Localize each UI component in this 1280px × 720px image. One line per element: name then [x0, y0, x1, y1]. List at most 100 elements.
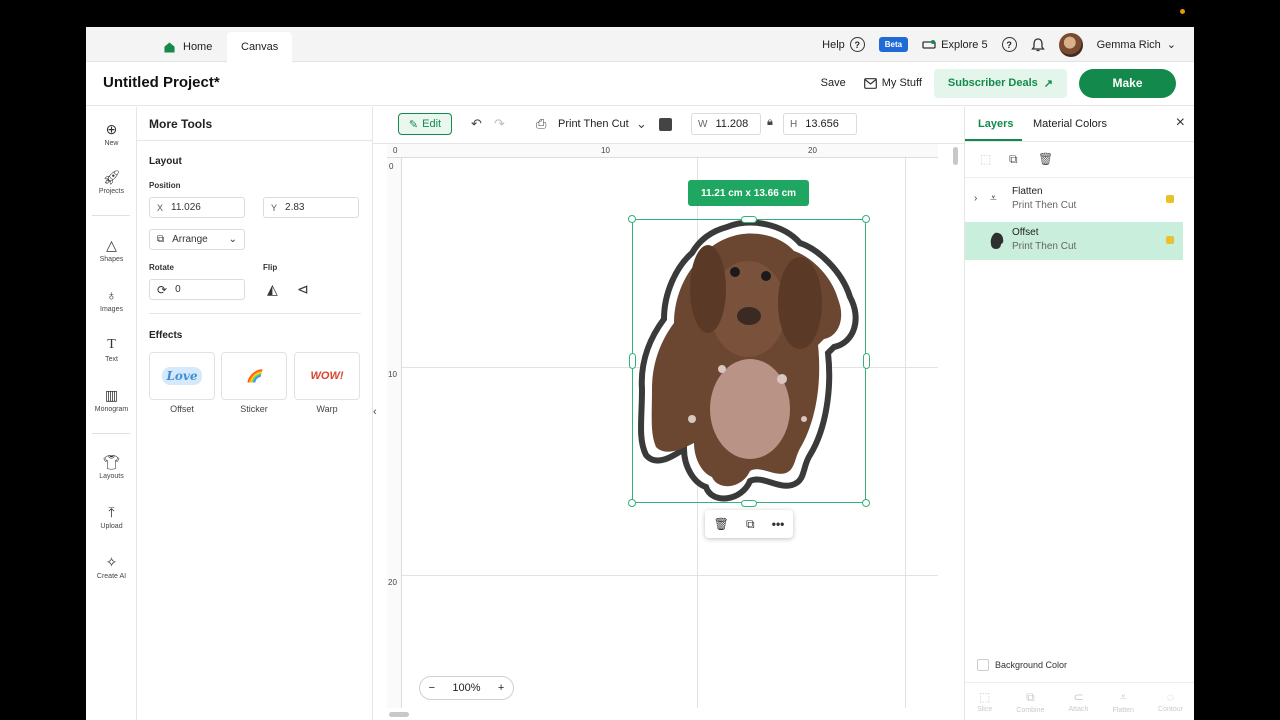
help-button[interactable]: Help ?: [822, 37, 865, 52]
project-title[interactable]: Untitled Project*: [103, 74, 220, 91]
edit-button[interactable]: ✎ Edit: [398, 113, 452, 135]
machine-icon: [922, 39, 936, 49]
resize-handle-br[interactable]: [862, 499, 870, 507]
lock-icon[interactable]: [1166, 236, 1174, 244]
machine-selector[interactable]: Explore 5: [922, 39, 988, 51]
nav-monogram[interactable]: ▥ Monogram: [86, 387, 137, 413]
resize-handle-bl[interactable]: [628, 499, 636, 507]
close-icon[interactable]: ×: [1176, 114, 1185, 132]
nav-new[interactable]: ⊕ New: [86, 121, 137, 147]
flatten-label: Flatten: [1112, 706, 1134, 714]
duplicate-layer-icon[interactable]: ⧉: [1009, 152, 1018, 167]
y-position-field[interactable]: Y 2.83: [263, 197, 359, 218]
nav-shapes[interactable]: △ Shapes: [86, 237, 137, 263]
tab-home[interactable]: Home: [150, 32, 226, 62]
delete-layer-icon[interactable]: 🗑︎: [1038, 152, 1053, 166]
help-label: Help: [822, 38, 845, 51]
divider: [137, 140, 373, 141]
resize-handle-right[interactable]: [863, 353, 870, 369]
redo-icon[interactable]: ↷: [494, 116, 505, 132]
effect-offset-card[interactable]: Love: [149, 352, 215, 400]
contour-button[interactable]: ◌ Contour: [1158, 690, 1183, 713]
layer-row[interactable]: › ⩡ Flatten Print Then Cut: [965, 181, 1183, 219]
beta-badge[interactable]: Beta: [878, 37, 909, 52]
background-color-checkbox[interactable]: [977, 659, 989, 671]
warp-preview: WOW!: [310, 370, 344, 382]
rotate-value: 0: [175, 284, 181, 295]
ruler-tick: 20: [388, 578, 397, 587]
combine-icon: ⧉: [1026, 689, 1035, 704]
background-color-toggle[interactable]: Background Color: [977, 659, 1067, 671]
ruler-tick: 10: [601, 146, 610, 155]
flatten-icon: ⩡: [990, 191, 997, 205]
resize-handle-tl[interactable]: [628, 215, 636, 223]
selection-box[interactable]: [632, 219, 866, 503]
lock-icon[interactable]: 🔒︎: [767, 116, 773, 129]
zoom-out-button[interactable]: −: [429, 682, 435, 694]
nav-images[interactable]: ♁ Images: [86, 287, 137, 313]
flatten-button[interactable]: ⩡ Flatten: [1113, 690, 1134, 714]
flip-vertical-icon[interactable]: ⊲: [297, 281, 309, 298]
nav-create-ai[interactable]: ✧ Create AI: [86, 554, 137, 580]
rocket-icon: 🚀︎: [102, 169, 121, 185]
effect-sticker-card[interactable]: 🌈: [221, 352, 287, 400]
rotate-field[interactable]: ⟳ 0: [149, 279, 245, 300]
combine-button[interactable]: ⧉ Combine: [1016, 690, 1044, 714]
bell-icon[interactable]: [1030, 37, 1045, 52]
rotate-label: Rotate: [149, 263, 174, 272]
nav-text[interactable]: T Text: [86, 337, 137, 363]
lock-icon[interactable]: [1166, 195, 1174, 203]
x-position-field[interactable]: X 11.026: [149, 197, 245, 218]
resize-handle-left[interactable]: [629, 353, 636, 369]
w-label: W: [698, 118, 708, 130]
layer-name: Flatten: [1012, 186, 1043, 197]
nav-layouts[interactable]: 👕︎ Layouts: [86, 454, 137, 480]
canvas-area: ✎ Edit ↶ ↷ ⎙ Print Then Cut ⌄ W 11.208 🔒…: [373, 107, 964, 720]
width-field[interactable]: W 11.208: [691, 113, 761, 135]
chevron-down-icon[interactable]: ⌄: [636, 116, 647, 132]
undo-icon[interactable]: ↶: [471, 116, 482, 132]
resize-handle-tr[interactable]: [862, 215, 870, 223]
support-icon[interactable]: ?: [1001, 37, 1017, 52]
avatar[interactable]: [1058, 32, 1083, 57]
resize-handle-bottom[interactable]: [741, 500, 757, 507]
resize-handle-top[interactable]: [741, 216, 757, 223]
group-icon[interactable]: ⬚: [980, 152, 991, 166]
chevron-down-icon: ⌄: [1166, 39, 1176, 51]
slice-button[interactable]: ⬚ Slice: [977, 690, 992, 713]
make-button[interactable]: Make: [1079, 68, 1176, 98]
tab-material-colors[interactable]: Material Colors: [1033, 118, 1107, 130]
my-stuff-button[interactable]: My Stuff: [863, 77, 922, 89]
effect-warp-card[interactable]: WOW!: [294, 352, 360, 400]
project-header: Untitled Project* Save My Stuff Subscrib…: [86, 62, 1194, 106]
x-label: X: [157, 202, 164, 213]
height-field[interactable]: H 13.656: [783, 113, 857, 135]
horizontal-scrollbar[interactable]: [389, 712, 409, 717]
tab-layers[interactable]: Layers: [978, 118, 1013, 130]
operation-dropdown[interactable]: Print Then Cut: [558, 118, 629, 130]
duplicate-icon[interactable]: ⧉: [746, 517, 755, 532]
save-button[interactable]: Save: [821, 77, 846, 89]
arrange-icon: ⧉: [157, 234, 165, 245]
size-badge: 11.21 cm x 13.66 cm: [688, 180, 809, 206]
text-icon: T: [107, 337, 116, 352]
collapse-panel-icon[interactable]: ‹: [373, 397, 382, 427]
color-swatch[interactable]: [659, 118, 672, 131]
h-value: 13.656: [805, 118, 839, 130]
arrange-dropdown[interactable]: ⧉ Arrange ⌄: [149, 229, 245, 250]
zoom-in-button[interactable]: +: [498, 682, 504, 694]
tab-canvas[interactable]: Canvas: [227, 32, 293, 62]
y-label: Y: [271, 202, 278, 213]
vertical-scrollbar[interactable]: [953, 147, 958, 165]
subscriber-deals-button[interactable]: Subscriber Deals ↗: [933, 68, 1067, 98]
user-menu[interactable]: Gemma Rich ⌄: [1097, 38, 1176, 52]
nav-upload[interactable]: ⤒ Upload: [86, 504, 137, 530]
more-icon[interactable]: •••: [772, 517, 785, 531]
attach-button[interactable]: ⊂ Attach: [1069, 690, 1089, 713]
trash-icon[interactable]: 🗑︎: [714, 517, 729, 531]
flip-horizontal-icon[interactable]: ◭: [267, 281, 278, 298]
layer-row-selected[interactable]: Offset Print Then Cut: [965, 222, 1183, 260]
plus-circle-icon: ⊕: [105, 121, 118, 137]
chevron-right-icon[interactable]: ›: [974, 193, 977, 204]
nav-projects[interactable]: 🚀︎ Projects: [86, 169, 137, 195]
